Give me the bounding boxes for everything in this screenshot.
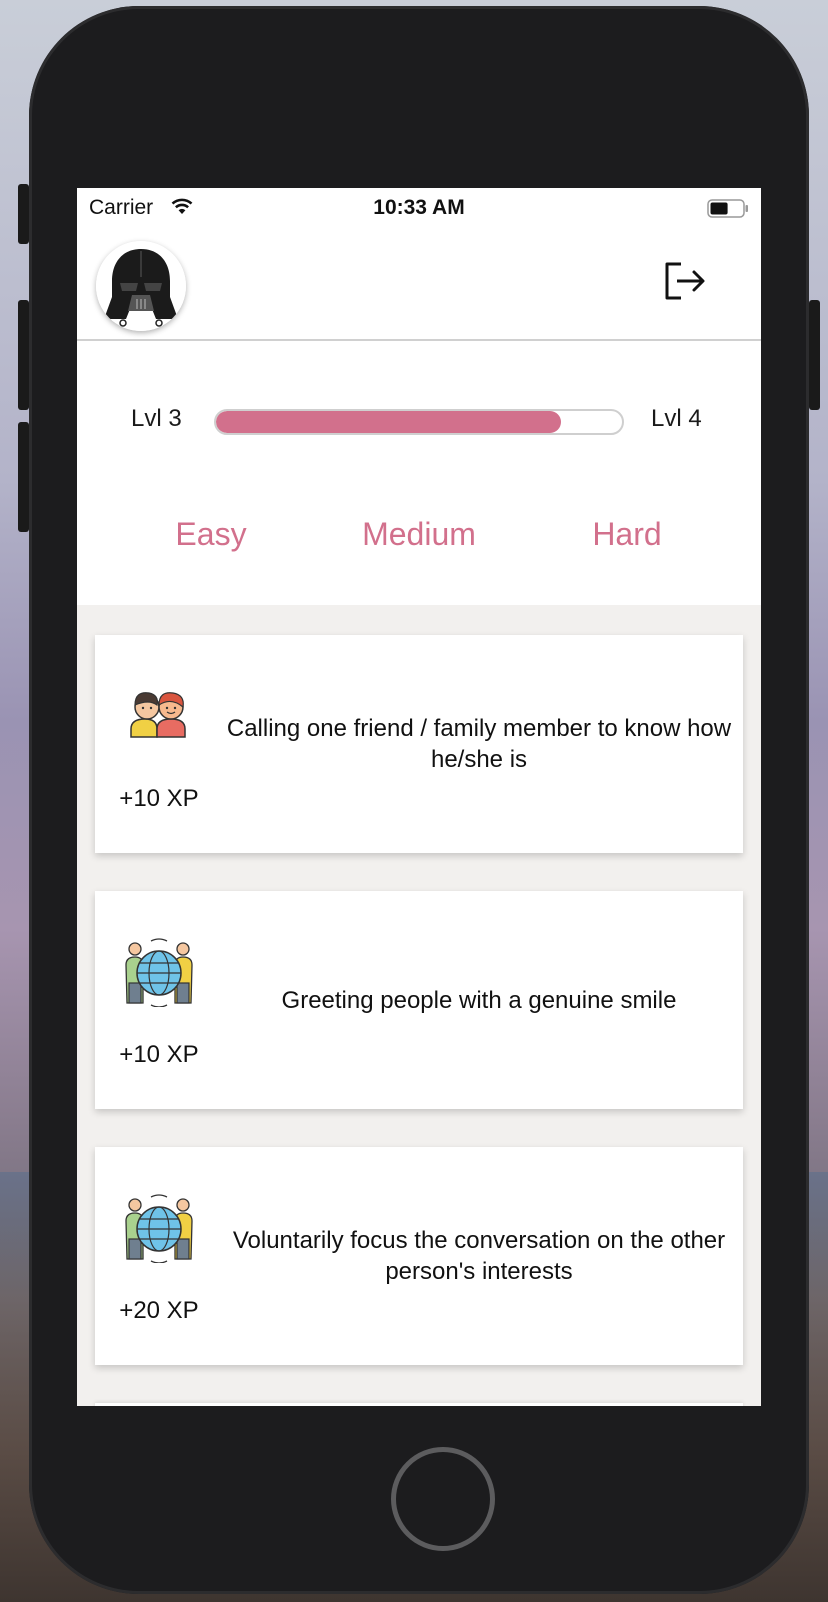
people-around-globe-icon xyxy=(123,1191,195,1264)
challenge-description: Voluntarily focus the conversation on th… xyxy=(225,1147,733,1365)
avatar[interactable] xyxy=(96,241,186,331)
challenge-card[interactable]: +20 XP Voluntarily focus the conversatio… xyxy=(95,1147,743,1365)
home-button[interactable] xyxy=(391,1447,495,1551)
xp-reward: +10 XP xyxy=(119,1041,199,1068)
clock: 10:33 AM xyxy=(373,196,465,219)
logout-icon xyxy=(665,262,705,300)
challenge-description: Calling one friend / family member to kn… xyxy=(225,635,733,853)
xp-progress-bar xyxy=(214,409,624,435)
two-friends-icon xyxy=(123,679,195,751)
mute-switch xyxy=(18,184,29,244)
volume-down-button xyxy=(18,422,29,532)
next-level-label: Lvl 4 xyxy=(651,405,702,432)
challenge-card[interactable]: +10 XP Greeting people with a genuine sm… xyxy=(95,891,743,1109)
challenge-text: Voluntarily focus the conversation on th… xyxy=(232,1227,726,1285)
xp-reward: +10 XP xyxy=(119,785,199,812)
challenge-description: Greeting people with a genuine smile xyxy=(225,891,733,1109)
current-level-label: Lvl 3 xyxy=(131,405,182,432)
challenge-card[interactable]: +10 XP Calling one friend / family membe… xyxy=(95,635,743,853)
tab-hard[interactable]: Hard xyxy=(592,516,661,553)
challenge-text: Calling one friend / family member to kn… xyxy=(226,715,732,773)
xp-reward: +20 XP xyxy=(119,1297,199,1324)
app-header xyxy=(77,228,761,341)
power-button xyxy=(809,300,820,410)
people-around-globe-icon xyxy=(123,935,195,1008)
logout-button[interactable] xyxy=(659,256,709,306)
app-screen: Carrier 10:33 AM Lvl 3 Lvl 4 Easy Medium… xyxy=(77,188,761,1406)
tab-easy[interactable]: Easy xyxy=(175,516,246,553)
tab-medium[interactable]: Medium xyxy=(362,516,476,553)
challenge-text: Greeting people with a genuine smile xyxy=(281,986,677,1014)
volume-up-button xyxy=(18,300,29,410)
xp-progress-fill xyxy=(216,411,562,433)
challenge-card-partial[interactable] xyxy=(95,1403,743,1406)
battery-icon xyxy=(707,199,748,218)
level-panel: Lvl 3 Lvl 4 Easy Medium Hard xyxy=(77,341,761,605)
status-bar: Carrier 10:33 AM xyxy=(77,188,761,228)
darth-vader-helmet-icon xyxy=(96,241,186,331)
